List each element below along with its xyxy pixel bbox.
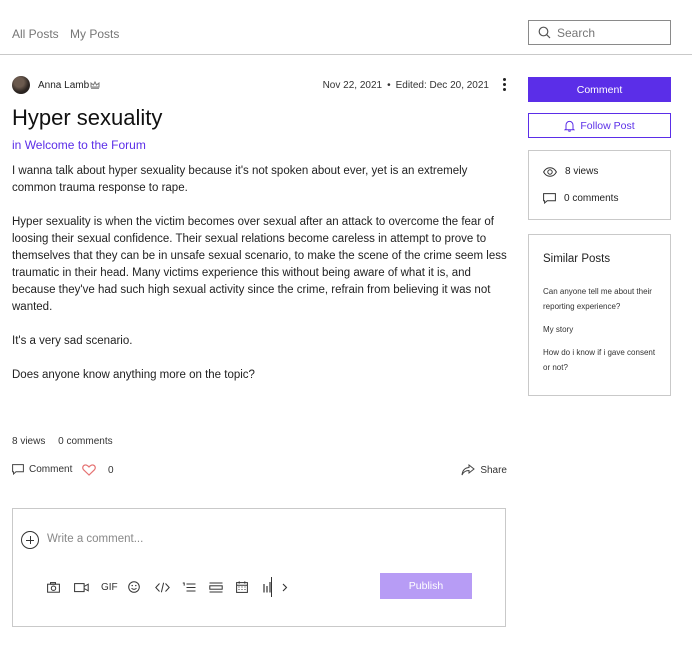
post-stats-card: 8 views 0 comments — [528, 150, 671, 220]
chevron-right-icon[interactable] — [282, 579, 309, 595]
bell-icon — [564, 120, 576, 132]
calendar-icon[interactable] — [236, 579, 263, 595]
publish-button[interactable]: Publish — [380, 573, 472, 599]
composer-toolbar: GIF — [47, 577, 309, 597]
comment-composer: GIF Publish — [12, 508, 506, 627]
top-nav: All Posts My Posts — [0, 0, 692, 55]
post-paragraph: Hyper sexuality is when the victim becom… — [12, 216, 507, 313]
similar-post-link[interactable]: Can anyone tell me about their reporting… — [543, 284, 663, 314]
add-plus-icon[interactable] — [21, 531, 39, 549]
follow-post-button[interactable]: Follow Post — [528, 113, 671, 138]
meta-separator: • — [387, 80, 391, 91]
search-box[interactable] — [528, 20, 671, 45]
sidebar-views-label: 8 views — [565, 166, 599, 177]
camera-icon[interactable] — [47, 579, 74, 595]
follow-post-label: Follow Post — [580, 119, 635, 132]
category-link[interactable]: Welcome to the Forum — [25, 138, 146, 152]
divider-icon[interactable] — [209, 579, 236, 595]
share-label: Share — [480, 464, 507, 476]
similar-post-link[interactable]: My story — [543, 322, 663, 337]
sidebar-comments: 0 comments — [543, 193, 618, 204]
share-action[interactable]: Share — [461, 464, 507, 476]
avatar[interactable] — [12, 76, 30, 94]
comment-button[interactable]: Comment — [528, 77, 671, 102]
comment-input[interactable] — [47, 533, 347, 545]
similar-posts-title: Similar Posts — [543, 253, 611, 265]
post-meta: Nov 22, 2021 • Edited: Dec 20, 2021 — [323, 80, 489, 91]
similar-post-link[interactable]: How do i know if i gave consent or not? — [543, 345, 663, 375]
post-actions: Comment 0 Share — [12, 464, 507, 480]
similar-posts-card: Similar Posts Can anyone tell me about t… — [528, 234, 671, 396]
like-count: 0 — [108, 464, 114, 476]
like-action[interactable]: 0 — [82, 464, 114, 476]
heart-icon — [82, 464, 96, 476]
numbered-list-icon[interactable] — [182, 579, 209, 595]
comment-icon — [543, 193, 556, 204]
post-category: in Welcome to the Forum — [12, 138, 146, 152]
post-paragraph: Does anyone know anything more on the to… — [12, 369, 255, 381]
crown-icon — [90, 81, 100, 89]
author-name[interactable]: Anna Lamb — [38, 80, 89, 91]
sidebar-comments-label: 0 comments — [564, 193, 619, 204]
gif-icon[interactable]: GIF — [101, 579, 128, 595]
more-icon[interactable] — [499, 77, 509, 93]
all-posts-link[interactable]: All Posts — [12, 27, 59, 41]
my-posts-link[interactable]: My Posts — [70, 27, 119, 41]
toolbar-divider — [271, 577, 272, 597]
post-body: I wanna talk about hyper sexuality becau… — [12, 163, 507, 401]
post-paragraph: I wanna talk about hyper sexuality becau… — [12, 165, 468, 194]
category-prefix: in — [12, 138, 22, 152]
views-count: 8 views — [12, 436, 46, 447]
sidebar-views: 8 views — [543, 166, 598, 177]
comment-action[interactable]: Comment — [12, 464, 72, 475]
code-icon[interactable] — [155, 579, 182, 595]
comment-icon — [12, 464, 24, 475]
post-date: Nov 22, 2021 — [322, 80, 383, 91]
emoji-icon[interactable] — [128, 579, 155, 595]
chart-icon[interactable] — [263, 579, 275, 595]
search-icon — [538, 26, 551, 39]
video-icon[interactable] — [74, 579, 101, 595]
search-input[interactable] — [557, 25, 665, 41]
comment-action-label: Comment — [29, 464, 73, 475]
post-edited-date: Edited: Dec 20, 2021 — [395, 80, 489, 91]
comments-count: 0 comments — [58, 436, 113, 447]
post-stats: 8 views 0 comments — [12, 436, 123, 447]
post-paragraph: It's a very sad scenario. — [12, 335, 133, 347]
share-icon — [461, 464, 476, 476]
post-title: Hyper sexuality — [12, 105, 163, 130]
eye-icon — [543, 166, 557, 177]
